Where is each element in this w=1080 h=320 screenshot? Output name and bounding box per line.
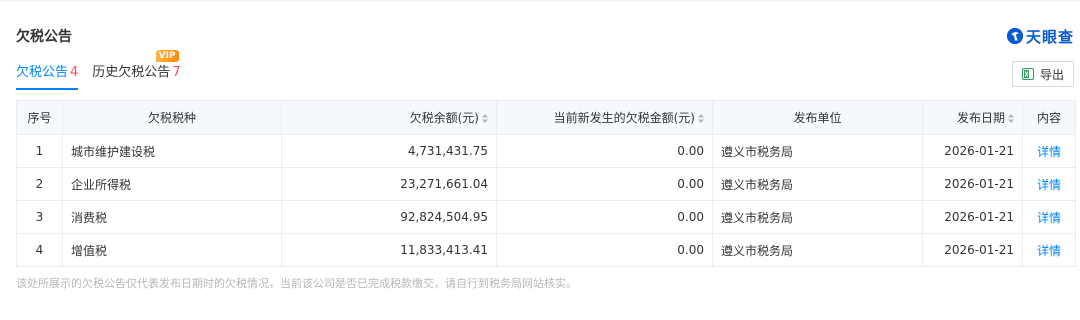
- cell-date: 2026-01-21: [922, 134, 1023, 168]
- cell-content: 详情: [1022, 167, 1076, 201]
- top-divider: [0, 0, 1080, 1]
- col-header-new-amount[interactable]: 当前新发生的欠税金额(元): [496, 100, 713, 135]
- table-header-row: 序号 欠税税种 欠税余额(元) 当前新发生的欠税金额(元) 发布单位 发布日期 …: [16, 100, 1076, 135]
- col-header-unit: 发布单位: [712, 100, 923, 135]
- cell-unit: 遵义市税务局: [712, 167, 923, 201]
- table-row: 4 增值税 11,833,413.41 0.00 遵义市税务局 2026-01-…: [16, 233, 1076, 267]
- col-header-index: 序号: [16, 100, 63, 135]
- col-header-content: 内容: [1022, 100, 1076, 135]
- col-header-tax-type: 欠税税种: [62, 100, 282, 135]
- cell-date: 2026-01-21: [922, 233, 1023, 267]
- cell-date: 2026-01-21: [922, 167, 1023, 201]
- tianyancha-logo-icon: [1006, 27, 1024, 45]
- cell-unit: 遵义市税务局: [712, 233, 923, 267]
- vip-badge: VIP: [155, 50, 179, 62]
- tab-bar: 欠税公告 4 VIP 历史欠税公告 7: [16, 50, 195, 92]
- cell-balance: 92,824,504.95: [281, 200, 497, 234]
- disclaimer-note: 该处所展示的欠税公告仅代表发布日期时的欠税情况，当前该公司是否已完成税款缴交，请…: [16, 277, 577, 290]
- export-button[interactable]: 导出: [1012, 61, 1074, 87]
- sort-icon[interactable]: [1008, 114, 1014, 123]
- tab-count: 7: [172, 65, 181, 80]
- tab-history-tax-arrears[interactable]: VIP 历史欠税公告 7: [92, 50, 181, 92]
- col-header-balance[interactable]: 欠税余额(元): [281, 100, 497, 135]
- cell-index: 2: [16, 167, 63, 201]
- cell-unit: 遵义市税务局: [712, 134, 923, 168]
- cell-new-amount: 0.00: [496, 167, 713, 201]
- detail-link[interactable]: 详情: [1037, 178, 1061, 192]
- cell-unit: 遵义市税务局: [712, 200, 923, 234]
- tab-count: 4: [70, 65, 79, 80]
- cell-content: 详情: [1022, 200, 1076, 234]
- export-label: 导出: [1039, 67, 1064, 82]
- cell-balance: 11,833,413.41: [281, 233, 497, 267]
- brand-logo: 天眼查: [1006, 25, 1074, 47]
- detail-link[interactable]: 详情: [1037, 145, 1061, 159]
- cell-tax-type: 城市维护建设税: [62, 134, 282, 168]
- cell-new-amount: 0.00: [496, 134, 713, 168]
- sort-icon[interactable]: [482, 114, 488, 123]
- cell-content: 详情: [1022, 134, 1076, 168]
- cell-balance: 23,271,661.04: [281, 167, 497, 201]
- table-row: 2 企业所得税 23,271,661.04 0.00 遵义市税务局 2026-0…: [16, 167, 1076, 201]
- col-header-date[interactable]: 发布日期: [922, 100, 1023, 135]
- tab-label: 历史欠税公告: [92, 65, 171, 80]
- brand-name: 天眼查: [1025, 27, 1074, 46]
- sort-icon[interactable]: [698, 114, 704, 123]
- table-row: 1 城市维护建设税 4,731,431.75 0.00 遵义市税务局 2026-…: [16, 134, 1076, 168]
- cell-tax-type: 增值税: [62, 233, 282, 267]
- tab-label: 欠税公告: [16, 65, 69, 80]
- excel-icon: [1021, 68, 1034, 80]
- cell-index: 3: [16, 200, 63, 234]
- cell-index: 1: [16, 134, 63, 168]
- table-row: 3 消费税 92,824,504.95 0.00 遵义市税务局 2026-01-…: [16, 200, 1076, 234]
- cell-index: 4: [16, 233, 63, 267]
- tax-arrears-table: 序号 欠税税种 欠税余额(元) 当前新发生的欠税金额(元) 发布单位 发布日期 …: [16, 100, 1076, 267]
- cell-date: 2026-01-21: [922, 200, 1023, 234]
- section-title: 欠税公告: [16, 29, 72, 45]
- cell-content: 详情: [1022, 233, 1076, 267]
- cell-new-amount: 0.00: [496, 200, 713, 234]
- cell-new-amount: 0.00: [496, 233, 713, 267]
- detail-link[interactable]: 详情: [1037, 211, 1061, 225]
- detail-link[interactable]: 详情: [1037, 244, 1061, 258]
- cell-tax-type: 消费税: [62, 200, 282, 234]
- tab-tax-arrears[interactable]: 欠税公告 4: [16, 62, 79, 92]
- cell-balance: 4,731,431.75: [281, 134, 497, 168]
- cell-tax-type: 企业所得税: [62, 167, 282, 201]
